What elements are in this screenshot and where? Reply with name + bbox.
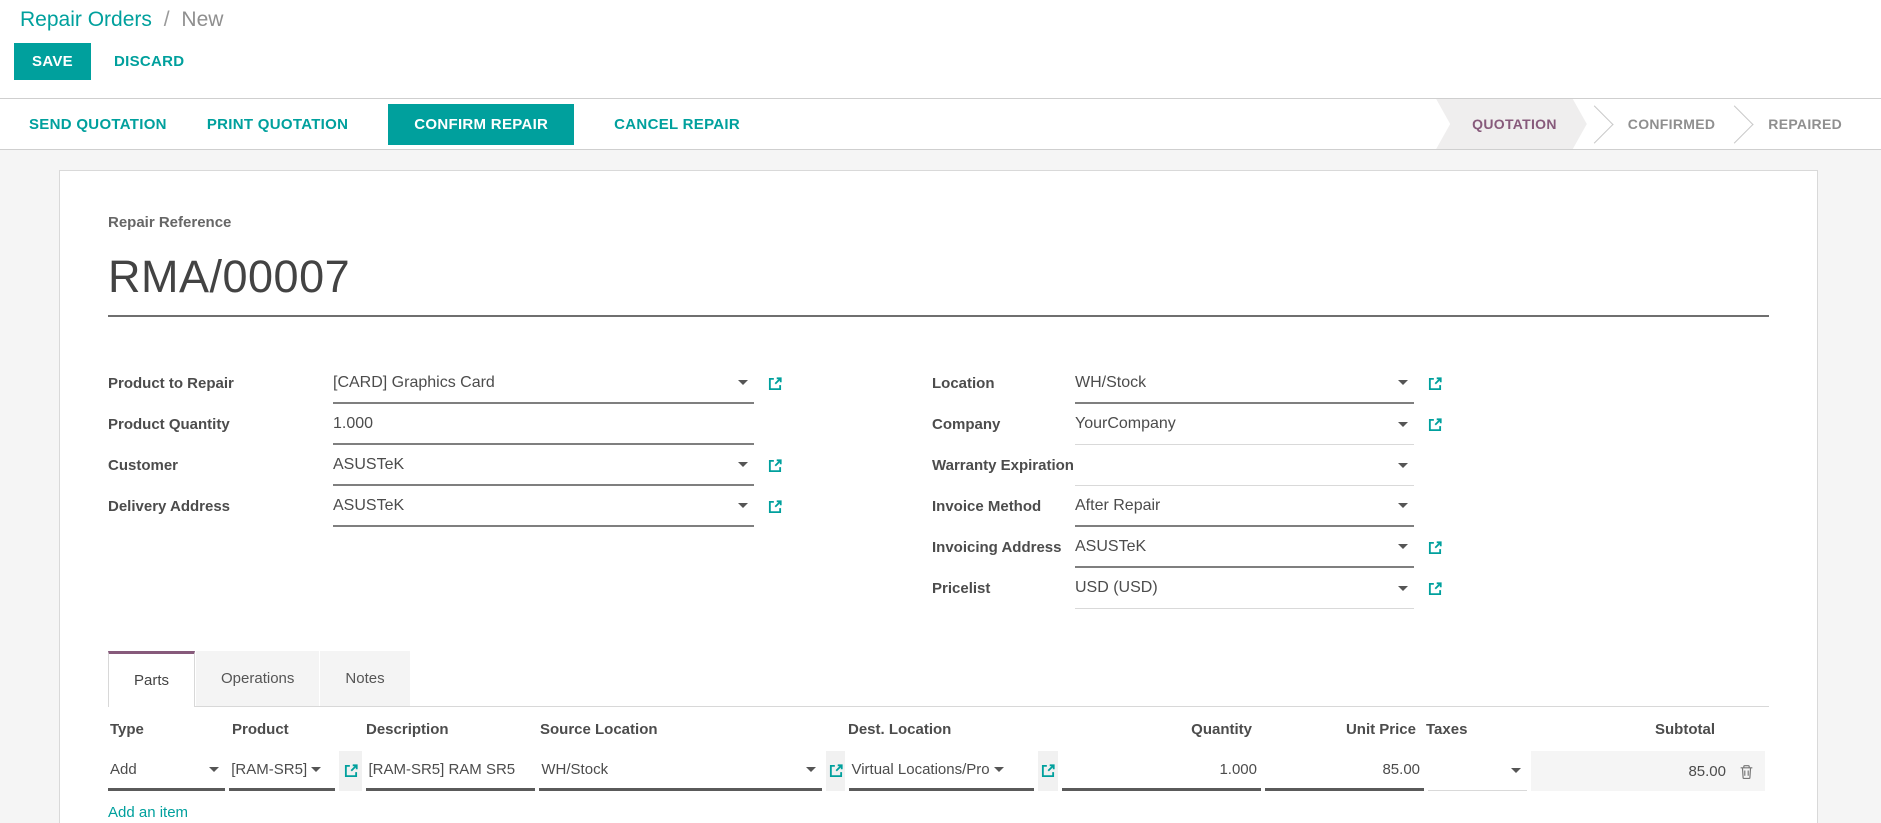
- customer-field[interactable]: ASUSTeK: [333, 445, 754, 486]
- invoice-method-field[interactable]: After Repair: [1075, 486, 1414, 527]
- tab-parts[interactable]: Parts: [108, 651, 195, 707]
- taxes-cell[interactable]: [1428, 751, 1527, 791]
- dest-location-cell[interactable]: Virtual Locations/Pro: [849, 751, 1034, 791]
- repair-reference-label: Repair Reference: [108, 214, 1769, 231]
- pricelist-field[interactable]: USD (USD): [1075, 568, 1414, 609]
- discard-button[interactable]: DISCARD: [114, 53, 184, 70]
- dropdown-caret-icon[interactable]: [209, 767, 219, 772]
- dropdown-caret-icon[interactable]: [1398, 586, 1408, 591]
- open-record-icon[interactable]: [767, 499, 784, 515]
- invoicing-address-field[interactable]: ASUSTeK: [1075, 527, 1414, 568]
- stage-quotation[interactable]: QUOTATION: [1436, 99, 1587, 149]
- company-field[interactable]: YourCompany: [1075, 404, 1414, 445]
- dropdown-caret-icon[interactable]: [1398, 544, 1408, 549]
- invoicing-address-label: Invoicing Address: [932, 539, 1075, 556]
- warranty-expiration-field[interactable]: [1075, 445, 1414, 486]
- tab-operations[interactable]: Operations: [196, 651, 319, 706]
- pricelist-label: Pricelist: [932, 580, 1075, 597]
- action-bar: SEND QUOTATION PRINT QUOTATION CONFIRM R…: [0, 98, 1881, 150]
- warranty-expiration-label: Warranty Expiration: [932, 457, 1075, 474]
- breadcrumb-repair-orders[interactable]: Repair Orders: [20, 8, 152, 31]
- parts-table-header: Type Product Description Source Location…: [108, 707, 1769, 751]
- breadcrumb-current: New: [181, 8, 223, 31]
- subtotal-cell: 85.00: [1531, 751, 1765, 791]
- column-header-source-location: Source Location: [538, 721, 842, 738]
- save-button[interactable]: SAVE: [14, 43, 91, 80]
- form-view: Repair Reference RMA/00007 Product to Re…: [0, 150, 1881, 823]
- open-record-icon[interactable]: [1427, 376, 1444, 392]
- repair-order-sheet: Repair Reference RMA/00007 Product to Re…: [59, 170, 1818, 823]
- open-record-icon[interactable]: [1038, 751, 1058, 791]
- cancel-repair-button[interactable]: CANCEL REPAIR: [614, 116, 740, 133]
- confirm-repair-button[interactable]: CONFIRM REPAIR: [388, 104, 574, 145]
- dropdown-caret-icon[interactable]: [1398, 422, 1408, 427]
- notebook-tabs: Parts Operations Notes: [108, 651, 1769, 707]
- source-location-cell[interactable]: WH/Stock: [539, 751, 821, 791]
- repair-reference-input[interactable]: RMA/00007: [108, 251, 1769, 317]
- open-record-icon[interactable]: [1427, 417, 1444, 433]
- dropdown-caret-icon[interactable]: [738, 380, 748, 385]
- dropdown-caret-icon[interactable]: [1511, 768, 1521, 773]
- company-label: Company: [932, 416, 1075, 433]
- customer-label: Customer: [108, 457, 333, 474]
- product-to-repair-field[interactable]: [CARD] Graphics Card: [333, 363, 754, 404]
- dropdown-caret-icon[interactable]: [806, 767, 816, 772]
- statusbar: QUOTATION CONFIRMED REPAIRED: [1436, 99, 1868, 149]
- open-record-icon[interactable]: [1427, 581, 1444, 597]
- location-label: Location: [932, 375, 1075, 392]
- column-header-product: Product: [230, 721, 360, 738]
- unit-price-cell[interactable]: 85.00: [1265, 751, 1424, 791]
- column-header-quantity: Quantity: [1056, 721, 1256, 738]
- dropdown-caret-icon[interactable]: [311, 767, 321, 772]
- product-cell[interactable]: [RAM-SR5]: [229, 751, 334, 791]
- dropdown-caret-icon[interactable]: [1398, 463, 1408, 468]
- invoice-method-label: Invoice Method: [932, 498, 1075, 515]
- quantity-cell[interactable]: 1.000: [1062, 751, 1261, 791]
- delete-row-trash-icon[interactable]: [1738, 763, 1755, 780]
- column-header-subtotal: Subtotal: [1528, 721, 1763, 738]
- product-to-repair-label: Product to Repair: [108, 375, 333, 392]
- column-header-description: Description: [364, 721, 534, 738]
- open-record-icon[interactable]: [767, 376, 784, 392]
- dropdown-caret-icon[interactable]: [1398, 380, 1408, 385]
- product-quantity-label: Product Quantity: [108, 416, 333, 433]
- description-cell[interactable]: [RAM-SR5] RAM SR5: [366, 751, 535, 791]
- breadcrumb: Repair Orders / New: [20, 8, 1881, 32]
- open-record-icon[interactable]: [767, 458, 784, 474]
- print-quotation-button[interactable]: PRINT QUOTATION: [207, 116, 348, 133]
- tab-notes[interactable]: Notes: [320, 651, 409, 706]
- delivery-address-field[interactable]: ASUSTeK: [333, 486, 754, 527]
- open-record-icon[interactable]: [826, 751, 846, 791]
- location-field[interactable]: WH/Stock: [1075, 363, 1414, 404]
- control-panel: Repair Orders / New SAVE DISCARD: [0, 0, 1881, 98]
- add-an-item-link[interactable]: Add an item: [108, 804, 188, 821]
- open-record-icon[interactable]: [1427, 540, 1444, 556]
- breadcrumb-separator: /: [164, 8, 170, 31]
- dropdown-caret-icon[interactable]: [1398, 503, 1408, 508]
- column-header-unit-price: Unit Price: [1260, 721, 1420, 738]
- column-header-type: Type: [108, 721, 226, 738]
- open-record-icon[interactable]: [339, 751, 363, 791]
- dropdown-caret-icon[interactable]: [994, 767, 1004, 772]
- dropdown-caret-icon[interactable]: [738, 503, 748, 508]
- stage-repaired[interactable]: REPAIRED: [1742, 99, 1868, 149]
- column-header-dest-location: Dest. Location: [846, 721, 1052, 738]
- type-cell[interactable]: Add: [108, 751, 225, 791]
- send-quotation-button[interactable]: SEND QUOTATION: [29, 116, 167, 133]
- product-quantity-field[interactable]: 1.000: [333, 404, 754, 445]
- parts-table-row: Add [RAM-SR5] [RAM-SR5] RAM SR5 WH/Stock…: [108, 751, 1769, 791]
- column-header-taxes: Taxes: [1424, 721, 1524, 738]
- delivery-address-label: Delivery Address: [108, 498, 333, 515]
- dropdown-caret-icon[interactable]: [738, 462, 748, 467]
